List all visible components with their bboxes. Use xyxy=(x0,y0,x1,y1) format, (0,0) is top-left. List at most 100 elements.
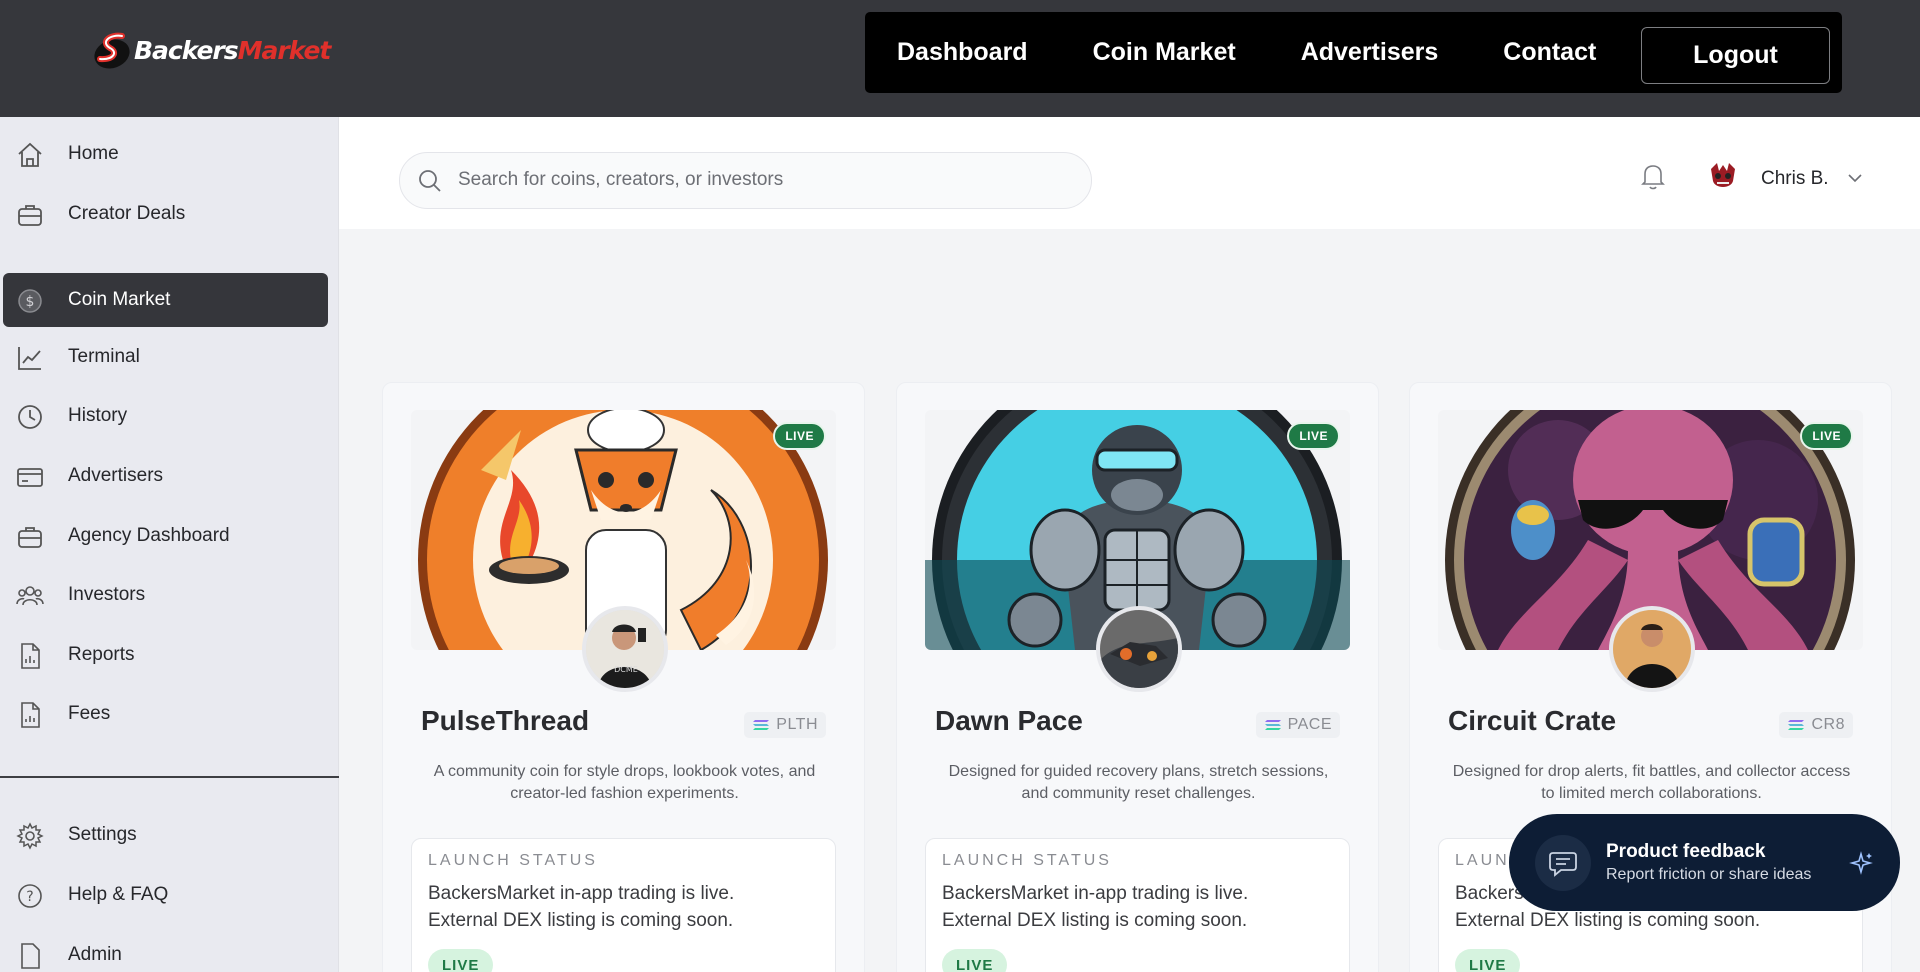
sidebar-item-label: Admin xyxy=(68,944,122,965)
live-badge: LIVE xyxy=(1287,422,1340,450)
sidebar-item-advertisers[interactable]: Advertisers xyxy=(3,449,328,503)
nav-dashboard[interactable]: Dashboard xyxy=(897,38,1028,67)
status-pill: LIVE xyxy=(1455,949,1521,972)
sidebar-item-label: Settings xyxy=(68,824,137,845)
ticker-text: PACE xyxy=(1287,716,1332,733)
sparkle-icon xyxy=(1849,851,1873,875)
sidebar-item-label: Help & FAQ xyxy=(68,884,169,905)
help-icon: ? xyxy=(18,884,42,908)
coin-description: Designed for drop alerts, fit battles, a… xyxy=(1452,763,1851,802)
ticker-text: PLTH xyxy=(776,716,818,733)
coin-name: Dawn Pace xyxy=(935,705,1083,736)
clock-icon xyxy=(18,405,42,429)
coin-card-dawn-pace[interactable]: LIVE Dawn Pace PACE Designed for guided … xyxy=(896,382,1379,972)
coin-ticker: CR8 xyxy=(1779,712,1853,738)
status-text: BackersMarket in-app trading is live. Ex… xyxy=(428,880,828,934)
brand-wordmark: BackersMarket xyxy=(134,35,332,65)
sidebar-divider xyxy=(0,776,339,778)
nav-contact[interactable]: Contact xyxy=(1503,38,1596,67)
chart-icon xyxy=(18,347,41,370)
sidebar-item-settings[interactable]: Settings xyxy=(3,808,328,862)
sidebar-item-label: Reports xyxy=(68,644,135,665)
sidebar-item-label: Home xyxy=(68,143,119,164)
live-badge: LIVE xyxy=(1800,422,1853,450)
sidebar-item-coin-market[interactable]: $ Coin Market xyxy=(3,273,328,327)
sidebar-item-label: Advertisers xyxy=(68,465,164,486)
sidebar-item-home[interactable]: Home xyxy=(3,127,328,181)
sidebar-item-admin[interactable]: Admin xyxy=(3,928,328,972)
sidebar-item-agency-dashboard[interactable]: Agency Dashboard xyxy=(3,509,328,563)
sidebar-item-label: History xyxy=(68,405,128,426)
dollar-coin-icon: $ xyxy=(18,289,42,313)
chevron-down-icon[interactable] xyxy=(1847,171,1863,185)
sidebar-item-label: Terminal xyxy=(68,346,140,367)
home-icon xyxy=(18,142,42,167)
status-label: LAUNCH STATUS xyxy=(428,852,598,869)
brand-logo[interactable]: BackersMarket xyxy=(88,26,332,74)
search-header: Chris B. xyxy=(339,117,1920,229)
logout-button[interactable]: Logout xyxy=(1641,27,1830,84)
sidebar-item-investors[interactable]: Investors xyxy=(3,568,328,622)
ticker-text: CR8 xyxy=(1811,716,1845,733)
briefcase-icon xyxy=(18,527,42,548)
card-icon xyxy=(17,468,43,487)
svg-text:?: ? xyxy=(26,889,33,905)
solana-icon xyxy=(1264,720,1281,730)
sidebar-item-creator-deals[interactable]: Creator Deals xyxy=(3,187,328,241)
launch-status-panel: LAUNCH STATUS BackersMarket in-app tradi… xyxy=(411,838,836,972)
top-header: BackersMarket Dashboard Coin Market Adve… xyxy=(0,0,1920,117)
status-line-1: BackersMarket in-app trading is live. xyxy=(942,883,1249,904)
top-nav: Dashboard Coin Market Advertisers Contac… xyxy=(865,12,1842,93)
status-pill: LIVE xyxy=(428,949,494,972)
status-line-2: External DEX listing is coming soon. xyxy=(428,910,734,931)
sidebar-item-label: Fees xyxy=(68,703,111,724)
coin-card-pulsethread[interactable]: LIVE DCME PulseThread PLTH A community c… xyxy=(382,382,865,972)
sidebar: Home Creator Deals $ Coin Market Termina… xyxy=(0,117,339,972)
sidebar-item-reports[interactable]: Reports xyxy=(3,628,328,682)
gear-icon xyxy=(16,822,44,850)
status-label: LAUNCH STATUS xyxy=(942,852,1112,869)
sidebar-item-history[interactable]: History xyxy=(3,389,328,443)
notification-bell-icon[interactable] xyxy=(1639,161,1667,191)
search-input[interactable] xyxy=(458,165,1058,195)
users-icon xyxy=(16,586,44,606)
sidebar-item-terminal[interactable]: Terminal xyxy=(3,330,328,384)
product-feedback-button[interactable]: Product feedback Report friction or shar… xyxy=(1509,814,1900,911)
coin-name: Circuit Crate xyxy=(1448,705,1617,736)
feedback-chat-icon xyxy=(1535,835,1591,891)
coin-description: Designed for guided recovery plans, stre… xyxy=(948,763,1329,802)
nav-coin-market[interactable]: Coin Market xyxy=(1093,38,1236,67)
status-pill: LIVE xyxy=(942,949,1008,972)
sidebar-item-label: Creator Deals xyxy=(68,203,186,224)
feedback-title: Product feedback xyxy=(1606,841,1766,862)
coin-name: PulseThread xyxy=(421,705,590,736)
brand-part-1: Backers xyxy=(134,35,239,65)
sidebar-item-label: Agency Dashboard xyxy=(68,525,230,546)
logo-mark-icon xyxy=(88,26,138,74)
sidebar-item-fees[interactable]: Fees xyxy=(3,687,328,741)
search-icon xyxy=(419,170,441,192)
sidebar-item-label: Coin Market xyxy=(68,289,171,310)
status-line-2: External DEX listing is coming soon. xyxy=(1455,910,1761,931)
nav-advertisers[interactable]: Advertisers xyxy=(1301,38,1439,67)
user-name[interactable]: Chris B. xyxy=(1761,168,1829,190)
user-avatar[interactable] xyxy=(1705,159,1741,195)
status-line-2: External DEX listing is coming soon. xyxy=(942,910,1248,931)
svg-text:DCME: DCME xyxy=(614,665,638,674)
solana-icon xyxy=(753,720,770,730)
solana-icon xyxy=(1788,720,1805,730)
svg-text:$: $ xyxy=(26,294,35,310)
report-icon xyxy=(21,643,40,669)
receipt-icon xyxy=(21,702,40,728)
search-box[interactable] xyxy=(399,152,1092,209)
sidebar-item-help[interactable]: ? Help & FAQ xyxy=(3,868,328,922)
coin-ticker: PACE xyxy=(1255,712,1340,738)
status-line-1: BackersMarket in-app trading is live. xyxy=(428,883,735,904)
feedback-subtitle: Report friction or share ideas xyxy=(1606,866,1812,883)
brand-part-2: Market xyxy=(237,35,332,65)
creator-avatar[interactable]: DCME xyxy=(582,606,668,692)
creator-avatar[interactable] xyxy=(1096,606,1182,692)
launch-status-panel: LAUNCH STATUS BackersMarket in-app tradi… xyxy=(925,838,1350,972)
creator-avatar[interactable] xyxy=(1609,606,1695,692)
admin-icon xyxy=(21,943,40,969)
